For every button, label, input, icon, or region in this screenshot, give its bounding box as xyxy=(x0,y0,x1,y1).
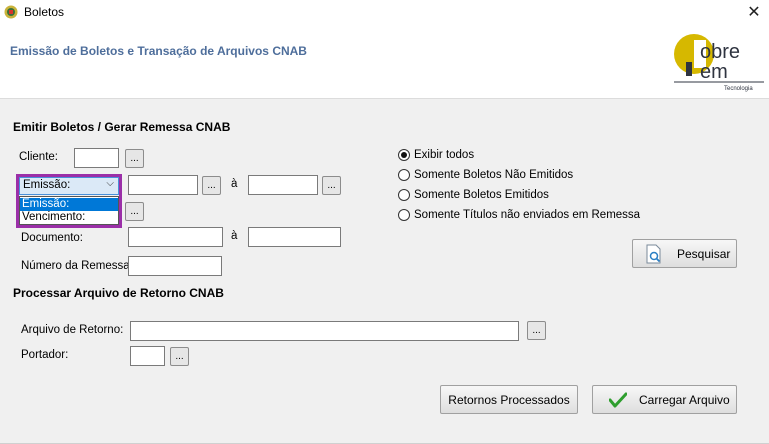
cliente-label: Cliente: xyxy=(19,151,58,163)
date-type-select[interactable]: Emissão: ⌵ xyxy=(19,177,119,195)
page-title: Emissão de Boletos e Transação de Arquiv… xyxy=(10,44,307,58)
date-type-selected: Emissão: xyxy=(23,179,71,191)
header-panel: Emissão de Boletos e Transação de Arquiv… xyxy=(0,24,769,99)
radio-nao-enviados[interactable] xyxy=(398,209,410,221)
arquivo-retorno-browse-button[interactable]: ... xyxy=(527,321,546,340)
window-title: Boletos xyxy=(24,5,65,19)
radio-emitidos[interactable] xyxy=(398,189,410,201)
radio-label-nao-enviados[interactable]: Somente Títulos não enviados em Remessa xyxy=(414,209,640,221)
option-vencimento[interactable]: Vencimento: xyxy=(20,211,118,224)
date-to-input[interactable] xyxy=(248,175,318,195)
section-title-emitir: Emitir Boletos / Gerar Remessa CNAB xyxy=(13,120,231,134)
checkmark-icon xyxy=(609,392,627,408)
app-icon xyxy=(4,5,18,19)
documento-to-input[interactable] xyxy=(248,227,341,247)
title-bar xyxy=(0,0,769,24)
documento-from-input[interactable] xyxy=(128,227,223,247)
date-to-picker-button[interactable]: ... xyxy=(322,176,341,195)
pesquisar-label: Pesquisar xyxy=(677,247,731,261)
search-document-icon xyxy=(646,244,661,264)
close-icon[interactable]: ✕ xyxy=(742,2,766,22)
numero-remessa-label: Número da Remessa: xyxy=(21,260,133,272)
date-from-picker-button[interactable]: ... xyxy=(202,176,221,195)
date-from-input[interactable] xyxy=(128,175,198,195)
numero-remessa-input[interactable] xyxy=(128,256,222,276)
portador-input[interactable] xyxy=(130,346,165,366)
arquivo-retorno-label: Arquivo de Retorno: xyxy=(21,324,124,336)
cobrebem-logo: obre em Tecnologia xyxy=(674,34,764,92)
cliente-lookup-button[interactable]: ... xyxy=(125,149,144,168)
arquivo-retorno-input[interactable] xyxy=(130,321,519,341)
carregar-arquivo-button[interactable]: Carregar Arquivo xyxy=(592,385,737,414)
logo-text-line2: em xyxy=(700,61,728,83)
retornos-processados-button[interactable]: Retornos Processados xyxy=(440,385,578,414)
portador-lookup-button[interactable]: ... xyxy=(170,347,189,366)
radio-nao-emitidos[interactable] xyxy=(398,169,410,181)
range-separator: à xyxy=(231,178,238,190)
radio-label-nao-emitidos[interactable]: Somente Boletos Não Emitidos xyxy=(414,169,573,181)
carregar-arquivo-label: Carregar Arquivo xyxy=(639,393,730,407)
chevron-down-icon[interactable]: ⌵ xyxy=(106,178,114,189)
cliente-input[interactable] xyxy=(74,148,119,168)
radio-exibir-todos[interactable] xyxy=(398,149,410,161)
documento-range-separator: à xyxy=(231,230,238,242)
section-title-retorno: Processar Arquivo de Retorno CNAB xyxy=(13,286,224,300)
radio-label-exibir-todos[interactable]: Exibir todos xyxy=(414,149,474,161)
portador-label: Portador: xyxy=(21,349,69,361)
logo-text-line1: obre xyxy=(700,41,740,63)
pesquisar-button[interactable]: Pesquisar xyxy=(632,239,737,268)
logo-tagline: Tecnologia xyxy=(724,86,753,92)
date-type-options: Emissão: Vencimento: xyxy=(19,196,119,225)
radio-label-emitidos[interactable]: Somente Boletos Emitidos xyxy=(414,189,549,201)
documento-label: Documento: xyxy=(21,232,84,244)
option-emissao[interactable]: Emissão: xyxy=(20,198,118,211)
secondary-lookup-button[interactable]: ... xyxy=(125,202,144,221)
